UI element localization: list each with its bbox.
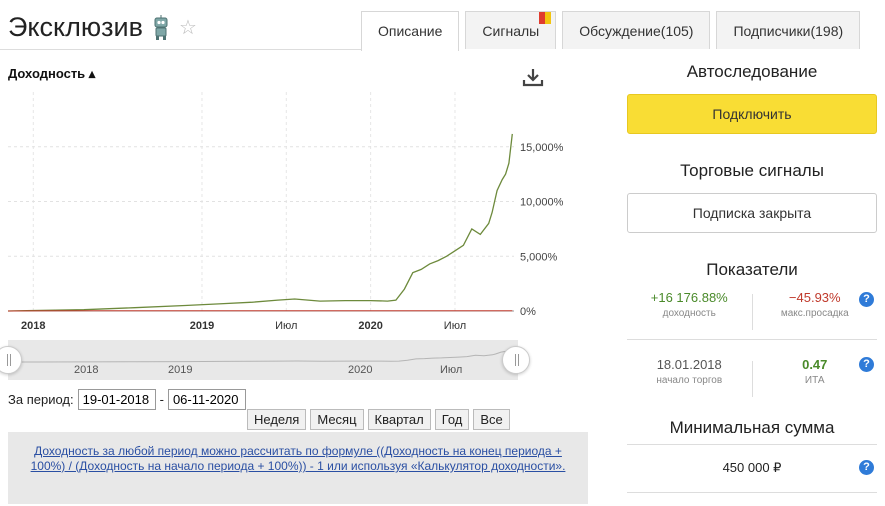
- range-week-button[interactable]: Неделя: [247, 409, 307, 430]
- series-line-0: [7, 133, 513, 312]
- help-icon[interactable]: ?: [859, 460, 874, 475]
- period-separator: -: [159, 392, 164, 407]
- tab-signals[interactable]: Сигналы: [465, 11, 557, 49]
- navigator-right-handle[interactable]: [502, 346, 530, 374]
- help-icon[interactable]: ?: [859, 292, 874, 307]
- help-icon[interactable]: ?: [859, 357, 874, 372]
- metrics-row-yield: +16 176.88% доходность −45.93% макс.прос…: [627, 290, 877, 334]
- min-sum-heading: Минимальная сумма: [669, 418, 835, 437]
- yield-selector[interactable]: Доходность ▴: [8, 66, 95, 82]
- navigator-label: 2019: [168, 364, 193, 376]
- yield-caption: доходность: [662, 308, 716, 319]
- tabs-divider: [0, 49, 361, 50]
- y-tick-label: 10,000%: [520, 197, 564, 209]
- period-selector: За период: -: [8, 389, 246, 410]
- subscription-closed-button[interactable]: Подписка закрыта: [627, 193, 877, 233]
- x-tick-label: 2020: [358, 320, 382, 332]
- y-tick-label: 15,000%: [520, 142, 564, 154]
- download-icon[interactable]: [522, 66, 544, 88]
- tab-label: Подписчики(198): [733, 23, 844, 39]
- page-title: Эксклюзив: [8, 12, 143, 42]
- start-date-value: 18.01.2018: [656, 357, 722, 372]
- yield-formula-info: Доходность за любой период можно рассчит…: [8, 432, 588, 504]
- x-tick-label: 2018: [21, 320, 45, 332]
- range-all-button[interactable]: Все: [473, 409, 510, 430]
- signals-heading: Торговые сигналы: [680, 161, 824, 180]
- y-tick-label: 0%: [520, 306, 536, 318]
- start-date-caption: начало торгов: [656, 375, 723, 386]
- autofollow-heading: Автоследование: [686, 62, 818, 81]
- tab-subscribers[interactable]: Подписчики(198): [716, 11, 861, 49]
- x-tick-label: 2019: [190, 320, 214, 332]
- chart-navigator[interactable]: 2018 2019 2020 Июл: [0, 340, 530, 380]
- divider: [627, 339, 877, 340]
- ita-caption: ИТА: [804, 375, 825, 386]
- navigator-label: 2018: [74, 364, 99, 376]
- star-icon[interactable]: ☆: [179, 15, 197, 40]
- tab-label: Обсуждение(105): [579, 23, 694, 39]
- tab-label: Сигналы: [482, 23, 540, 39]
- connect-button[interactable]: Подключить: [627, 94, 877, 134]
- robot-icon: [154, 14, 168, 40]
- period-from-input[interactable]: [77, 389, 156, 410]
- tab-label: Описание: [378, 23, 443, 39]
- flag-icon: [539, 12, 552, 24]
- x-tick-label: Июл: [275, 320, 297, 332]
- drawdown-caption: макс.просадка: [780, 308, 849, 319]
- metrics-row-start: 18.01.2018 начало торгов 0.47 ИТА: [627, 357, 877, 401]
- tab-bar: Описание Сигналы Обсуждение(105) Подписч…: [361, 11, 861, 51]
- y-tick-label: 5,000%: [520, 251, 558, 263]
- divider: [627, 492, 877, 493]
- range-year-button[interactable]: Год: [434, 409, 470, 430]
- tab-description[interactable]: Описание: [361, 11, 460, 51]
- indicators-heading: Показатели: [706, 260, 798, 279]
- yield-metric: +16 176.88% доходность: [627, 290, 752, 334]
- tab-discussion[interactable]: Обсуждение(105): [562, 11, 711, 49]
- yield-calculator-link[interactable]: Доходность за любой период можно рассчит…: [31, 444, 566, 473]
- range-quarter-button[interactable]: Квартал: [367, 409, 431, 430]
- start-date-metric: 18.01.2018 начало торгов: [627, 357, 752, 401]
- strategy-title-row: Эксклюзив ☆: [8, 12, 197, 43]
- min-sum-value: 450 000 ₽: [722, 460, 782, 475]
- range-month-button[interactable]: Месяц: [310, 409, 364, 430]
- period-to-input[interactable]: [167, 389, 246, 410]
- navigator-series-line: [8, 346, 517, 363]
- navigator-label: 2020: [348, 364, 373, 376]
- range-buttons: Неделя Месяц Квартал Год Все: [247, 409, 510, 430]
- x-tick-label: Июл: [444, 320, 466, 332]
- period-label: За период:: [8, 392, 74, 407]
- yield-chart: 0% 5,000% 10,000% 15,000% 2018 2019 Июл 2020 Июл: [7, 92, 564, 332]
- divider: [627, 444, 877, 445]
- yield-value: +16 176.88%: [650, 290, 728, 305]
- navigator-label: Июл: [440, 364, 463, 376]
